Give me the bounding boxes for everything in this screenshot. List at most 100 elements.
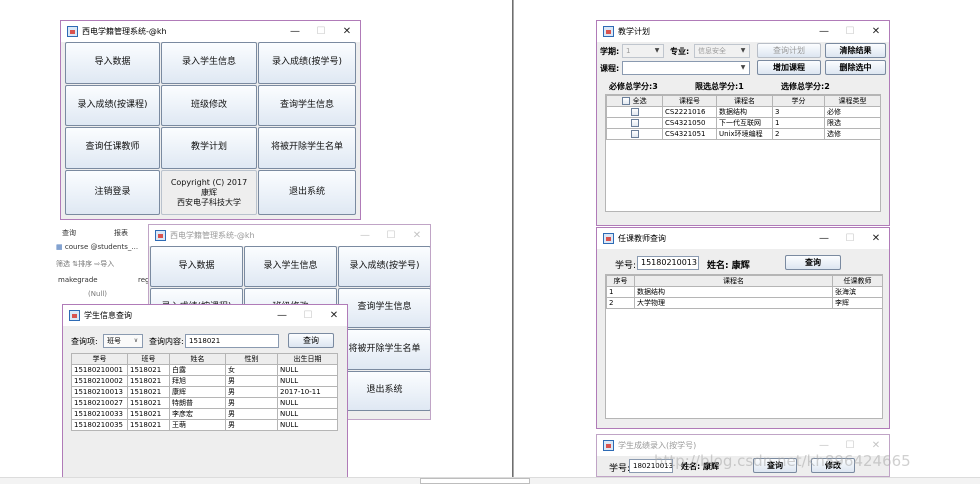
enter-grade-by-id-button[interactable]: 录入成绩(按学号): [338, 246, 430, 287]
filter-button[interactable]: 筛选: [56, 260, 70, 268]
cell: 2: [772, 128, 825, 140]
import-button[interactable]: 导入: [100, 260, 114, 268]
import-data-button[interactable]: 导入数据: [65, 42, 160, 84]
expel-list-button[interactable]: 将被开除学生名单: [338, 329, 430, 370]
major-select[interactable]: 信息安全 ▼: [694, 44, 750, 58]
student-query-button[interactable]: 查询: [288, 333, 334, 348]
menu-query[interactable]: 查询: [62, 228, 76, 238]
main-menu-back-titlebar: 西电学籍管理系统-@kh — ☐ ✕: [149, 225, 430, 246]
delete-selected-button[interactable]: 删除选中: [825, 60, 886, 75]
minimize-icon[interactable]: —: [269, 305, 295, 326]
table-row[interactable]: 15180210035 1518021 王萌男 NULL: [71, 419, 338, 431]
table-row[interactable]: 2 大学物理 李辉: [606, 297, 883, 309]
cell: 15180210002: [71, 375, 128, 387]
teaching-plan-button[interactable]: 教学计划: [161, 127, 257, 169]
app-icon: [67, 26, 78, 37]
table-row[interactable]: CS4321050 下一代互联网 1 限选: [606, 117, 881, 129]
add-course-button[interactable]: 增加课程: [757, 60, 821, 75]
minimize-icon[interactable]: —: [282, 21, 308, 42]
table-row[interactable]: 15180210013 1518021 康辉男 2017-10-11: [71, 386, 338, 398]
exit-button[interactable]: 退出系统: [338, 371, 430, 411]
query-field-select[interactable]: 班号 ∨: [103, 334, 143, 348]
query-plan-button[interactable]: 查询计划: [757, 43, 821, 58]
cell: 李彦宏: [169, 408, 226, 420]
col-name[interactable]: 姓名: [169, 353, 226, 365]
logout-button[interactable]: 注销登录: [65, 170, 160, 215]
cell: CS4321051: [662, 128, 717, 140]
cell: 男: [225, 375, 278, 387]
teacher-query-button[interactable]: 查询: [785, 255, 841, 270]
enter-grade-by-id-button[interactable]: 录入成绩(按学号): [258, 42, 356, 84]
maximize-icon[interactable]: ☐: [295, 305, 321, 326]
cell: 王萌: [169, 419, 226, 431]
cell: 必修: [824, 106, 881, 118]
cell: [606, 128, 663, 140]
col-credit[interactable]: 学分: [772, 95, 825, 107]
table-row[interactable]: 15180210002 1518021 拜旭男 NULL: [71, 375, 338, 387]
teaching-plan-title: 教学计划: [618, 27, 650, 36]
enter-grade-by-course-button[interactable]: 录入成绩(按课程): [65, 85, 160, 126]
col-course-name[interactable]: 课程名: [716, 95, 773, 107]
import-data-button[interactable]: 导入数据: [150, 246, 243, 287]
close-icon[interactable]: ✕: [334, 21, 360, 42]
col-course-name[interactable]: 课程名: [634, 275, 833, 287]
close-icon[interactable]: ✕: [321, 305, 347, 326]
expel-list-button[interactable]: 将被开除学生名单: [258, 127, 356, 169]
teacher-table: 序号 课程名 任课教师 1 数据结构 张海滨 2 大学物理 李辉: [606, 275, 883, 309]
col-student-id[interactable]: 学号: [71, 353, 128, 365]
table-row[interactable]: 1 数据结构 张海滨: [606, 286, 883, 298]
query-student-button[interactable]: 查询学生信息: [338, 288, 430, 328]
col-gender[interactable]: 性别: [225, 353, 278, 365]
exit-button[interactable]: 退出系统: [258, 170, 356, 215]
maximize-icon[interactable]: ☐: [837, 21, 863, 42]
col-select-all[interactable]: 全选: [606, 95, 663, 107]
minimize-icon[interactable]: —: [811, 228, 837, 249]
teacher-id-label: 学号:: [615, 261, 637, 271]
table-row[interactable]: 15180210027 1518021 特朗普男 NULL: [71, 397, 338, 409]
maximize-icon[interactable]: ☐: [378, 225, 404, 246]
query-teacher-button[interactable]: 查询任课教师: [65, 127, 160, 169]
query-student-button[interactable]: 查询学生信息: [258, 85, 356, 126]
right-divider: [513, 0, 514, 484]
close-icon[interactable]: ✕: [863, 21, 889, 42]
db-tab[interactable]: ▦ course @students_...: [56, 243, 138, 251]
col-class-id[interactable]: 班号: [127, 353, 170, 365]
maximize-icon[interactable]: ☐: [837, 228, 863, 249]
query-content-input[interactable]: 1518021: [185, 334, 279, 348]
close-icon[interactable]: ✕: [863, 228, 889, 249]
table-row[interactable]: CS4321051 Unix环境编程 2 选修: [606, 128, 881, 140]
table-row[interactable]: 15180210001 1518021 白露女 NULL: [71, 364, 338, 376]
enter-student-button[interactable]: 录入学生信息: [161, 42, 257, 84]
cell: 数据结构: [716, 106, 773, 118]
cell: NULL: [277, 419, 338, 431]
null-cell: (Null): [88, 290, 108, 298]
row-checkbox[interactable]: [630, 108, 639, 116]
table-row[interactable]: 15180210033 1518021 李彦宏男 NULL: [71, 408, 338, 420]
minimize-icon[interactable]: —: [352, 225, 378, 246]
cell: 1518021: [127, 386, 170, 398]
select-all-checkbox[interactable]: [622, 97, 631, 105]
col-birthdate[interactable]: 出生日期: [277, 353, 338, 365]
close-icon[interactable]: ✕: [404, 225, 430, 246]
class-edit-button[interactable]: 班级修改: [161, 85, 257, 126]
teacher-id-input[interactable]: 15180210013: [637, 256, 699, 270]
database-tool-fragment: 查询 报表 ▦ course @students_... 筛选 ⇅排序 ⇨导入 …: [56, 226, 149, 316]
col-index[interactable]: 序号: [606, 275, 635, 287]
row-checkbox[interactable]: [630, 130, 639, 138]
col-course-id[interactable]: 课程号: [662, 95, 717, 107]
maximize-icon[interactable]: ☐: [308, 21, 334, 42]
sort-button[interactable]: 排序: [78, 260, 92, 268]
col-teacher[interactable]: 任课教师: [832, 275, 883, 287]
enter-student-button[interactable]: 录入学生信息: [244, 246, 337, 287]
table-row[interactable]: CS2221016 数据结构 3 必修: [606, 106, 881, 118]
bottom-input[interactable]: [420, 478, 530, 484]
elective-credits: 选修总学分:2: [781, 82, 830, 91]
clear-results-button[interactable]: 清除结果: [825, 43, 886, 58]
grade-entry-title: 学生成绩录入(按学号): [618, 441, 697, 450]
semester-select[interactable]: 1 ▼: [622, 44, 664, 58]
row-checkbox[interactable]: [630, 119, 639, 127]
minimize-icon[interactable]: —: [811, 21, 837, 42]
course-select[interactable]: ▼: [622, 61, 750, 75]
col-course-type[interactable]: 课程类型: [824, 95, 881, 107]
menu-report[interactable]: 报表: [114, 228, 128, 238]
